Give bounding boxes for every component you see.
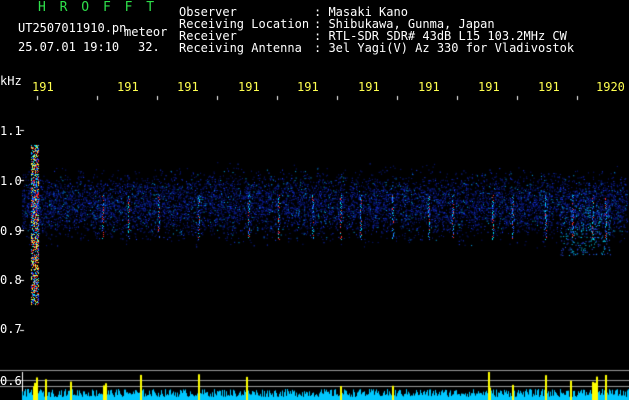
x-tick-1: 191 [32, 80, 54, 94]
y-tick-1.0: 1.0 [0, 174, 22, 188]
spectrogram-canvas [0, 0, 629, 400]
y-tick-0.8: 0.8 [0, 273, 22, 287]
antenna-value: : 3el Yagi(V) Az 330 for Vladivostok [314, 41, 575, 55]
y-tick-0.7: 0.7 [0, 322, 22, 336]
x-tick-7: 191 [418, 80, 440, 94]
y-axis-unit: kHz [0, 74, 22, 88]
date-time: 25.07.01 19:10 [18, 40, 120, 54]
event-count: 32. [138, 40, 160, 54]
antenna-label: Receiving Antenna [179, 41, 302, 55]
x-tick-5: 191 [297, 80, 319, 94]
x-tick-9: 191 [538, 80, 560, 94]
file-name: UT2507011910.pn [18, 21, 127, 35]
observation-type: meteor [124, 25, 168, 39]
y-tick-0.9: 0.9 [0, 224, 22, 238]
y-tick-1.1: 1.1 [0, 124, 22, 138]
x-tick-4: 191 [238, 80, 260, 94]
y-tick-0.6: 0.6 [0, 374, 22, 388]
x-tick-8: 191 [478, 80, 500, 94]
x-tick-3: 191 [177, 80, 199, 94]
x-tick-6: 191 [358, 80, 380, 94]
x-tick-2: 191 [117, 80, 139, 94]
x-tick-10: 1920 [596, 80, 625, 94]
program-name: H R O F F T [38, 0, 158, 15]
